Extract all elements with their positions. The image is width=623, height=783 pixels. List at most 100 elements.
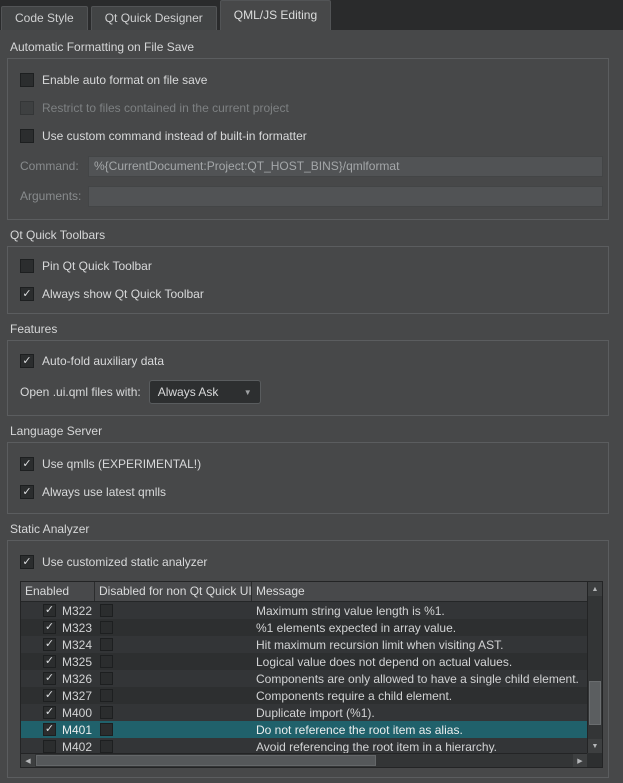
row-enabled-checkbox[interactable]: ✓ <box>43 689 56 702</box>
check-code: M324 <box>62 638 92 652</box>
scroll-left-icon[interactable]: ◀ <box>21 754 35 767</box>
check-message: Do not reference the root item as alias. <box>252 723 587 737</box>
command-input <box>88 156 603 177</box>
arguments-label: Arguments: <box>20 189 88 203</box>
row-disabled-non-qtquick-checkbox[interactable] <box>100 689 113 702</box>
row-use-custom-command: Use custom command instead of built-in f… <box>20 127 603 145</box>
analyzer-table-body: ✓M322Maximum string value length is %1.✓… <box>21 602 587 753</box>
row-disabled-non-qtquick-checkbox[interactable] <box>100 655 113 668</box>
row-auto-fold: ✓ Auto-fold auxiliary data <box>20 352 603 370</box>
row-disabled-non-qtquick-checkbox[interactable] <box>100 723 113 736</box>
use-qmlls-label: Use qmlls (EXPERIMENTAL!) <box>42 457 201 471</box>
row-use-qmlls: ✓ Use qmlls (EXPERIMENTAL!) <box>20 455 603 473</box>
column-header-enabled: Enabled <box>21 582 95 601</box>
table-row[interactable]: ✓ M322 Maximum string value length is %1. <box>21 602 587 619</box>
table-row[interactable]: M402 Avoid referencing the root item in a… <box>21 738 587 753</box>
table-row[interactable]: ✓ M323 %1 elements expected in array value… <box>21 619 587 636</box>
open-uiqml-label: Open .ui.qml files with: <box>20 385 141 399</box>
check-code: M325 <box>62 655 92 669</box>
check-message: Duplicate import (%1). <box>252 706 587 720</box>
table-row[interactable]: ✓ M325 Logical value does not depend on ac… <box>21 653 587 670</box>
row-open-uiqml: Open .ui.qml files with: Always Ask ▼ <box>20 380 603 404</box>
column-header-disabled-non-qtquick: Disabled for non Qt Quick UI <box>95 582 252 601</box>
row-disabled-non-qtquick-checkbox[interactable] <box>100 740 113 753</box>
enable-auto-format-label: Enable auto format on file save <box>42 73 207 87</box>
scrollbar-corner <box>587 753 602 767</box>
restrict-files-checkbox <box>20 101 34 115</box>
row-enabled-checkbox[interactable]: ✓ <box>43 604 56 617</box>
tab-qt-quick-designer[interactable]: Qt Quick Designer <box>91 6 217 30</box>
scroll-down-icon[interactable]: ▼ <box>588 739 602 753</box>
table-row[interactable]: ✓ M400 Duplicate import (%1). <box>21 704 587 721</box>
check-message: Avoid referencing the root item in a hie… <box>252 740 587 754</box>
check-message: %1 elements expected in array value. <box>252 621 587 635</box>
row-restrict-files: Restrict to files contained in the curre… <box>20 99 603 117</box>
group-title-toolbars: Qt Quick Toolbars <box>10 228 609 242</box>
use-custom-command-checkbox[interactable] <box>20 129 34 143</box>
open-uiqml-selected-value: Always Ask <box>158 385 219 399</box>
latest-qmlls-checkbox[interactable]: ✓ <box>20 485 34 499</box>
row-enabled-checkbox[interactable]: ✓ <box>43 672 56 685</box>
group-title-static-analyzer: Static Analyzer <box>10 522 609 536</box>
group-toolbars: Pin Qt Quick Toolbar ✓ Always show Qt Qu… <box>7 246 609 314</box>
row-latest-qmlls: ✓ Always use latest qmlls <box>20 483 603 501</box>
check-code: M400 <box>62 706 92 720</box>
scroll-up-icon[interactable]: ▲ <box>588 582 602 596</box>
table-row[interactable]: ✓M401Do not reference the root item as a… <box>21 721 587 738</box>
check-message: Hit maximum recursion limit when visitin… <box>252 638 587 652</box>
row-use-custom-analyzer: ✓ Use customized static analyzer <box>20 553 603 571</box>
pin-toolbar-label: Pin Qt Quick Toolbar <box>42 259 152 273</box>
row-enabled-checkbox[interactable]: ✓ <box>43 655 56 668</box>
horizontal-scrollbar-thumb[interactable] <box>36 755 376 766</box>
check-code: M323 <box>62 621 92 635</box>
check-code: M322 <box>62 604 92 618</box>
column-header-message: Message <box>252 582 587 601</box>
row-enabled-checkbox[interactable]: ✓ <box>43 723 56 736</box>
row-disabled-non-qtquick-checkbox[interactable] <box>100 604 113 617</box>
table-row[interactable]: ✓M326Components are only allowed to have… <box>21 670 587 687</box>
settings-pane: Automatic Formatting on File Save Enable… <box>0 30 623 783</box>
tab-bar: Code StyleQt Quick DesignerQML/JS Editin… <box>0 0 623 30</box>
open-uiqml-combobox[interactable]: Always Ask ▼ <box>149 380 261 404</box>
tab-qml-js-editing[interactable]: QML/JS Editing <box>220 0 331 30</box>
vertical-scrollbar[interactable]: ▲ ▼ <box>587 582 602 753</box>
auto-fold-label: Auto-fold auxiliary data <box>42 354 164 368</box>
restrict-files-label: Restrict to files contained in the curre… <box>42 101 289 115</box>
arguments-input <box>88 186 603 207</box>
enable-auto-format-checkbox[interactable] <box>20 73 34 87</box>
row-disabled-non-qtquick-checkbox[interactable] <box>100 638 113 651</box>
group-title-features: Features <box>10 322 609 336</box>
use-custom-analyzer-checkbox[interactable]: ✓ <box>20 555 34 569</box>
row-enabled-checkbox[interactable]: ✓ <box>43 638 56 651</box>
check-message: Logical value does not depend on actual … <box>252 655 587 669</box>
scroll-right-icon[interactable]: ▶ <box>573 754 587 767</box>
analyzer-table-header: Enabled Disabled for non Qt Quick UI Mes… <box>21 582 587 602</box>
check-message: Maximum string value length is %1. <box>252 604 587 618</box>
always-show-toolbar-checkbox[interactable]: ✓ <box>20 287 34 301</box>
row-enable-auto-format: Enable auto format on file save <box>20 71 603 89</box>
row-disabled-non-qtquick-checkbox[interactable] <box>100 621 113 634</box>
group-title-language-server: Language Server <box>10 424 609 438</box>
row-arguments: Arguments: <box>20 185 603 207</box>
always-show-toolbar-label: Always show Qt Quick Toolbar <box>42 287 204 301</box>
vertical-scrollbar-thumb[interactable] <box>589 681 601 725</box>
auto-fold-checkbox[interactable]: ✓ <box>20 354 34 368</box>
table-row[interactable]: ✓ M324 Hit maximum recursion limit when vi… <box>21 636 587 653</box>
tab-code-style[interactable]: Code Style <box>1 6 88 30</box>
group-language-server: ✓ Use qmlls (EXPERIMENTAL!) ✓ Always use… <box>7 442 609 514</box>
check-message: Components are only allowed to have a si… <box>252 672 587 686</box>
use-qmlls-checkbox[interactable]: ✓ <box>20 457 34 471</box>
pin-toolbar-checkbox[interactable] <box>20 259 34 273</box>
analyzer-table: Enabled Disabled for non Qt Quick UI Mes… <box>20 581 603 768</box>
horizontal-scrollbar[interactable]: ◀ ▶ <box>21 753 587 767</box>
check-code: M327 <box>62 689 92 703</box>
row-disabled-non-qtquick-checkbox[interactable] <box>100 706 113 719</box>
row-enabled-checkbox[interactable]: ✓ <box>43 621 56 634</box>
row-disabled-non-qtquick-checkbox[interactable] <box>100 672 113 685</box>
table-row[interactable]: ✓M327Components require a child element. <box>21 687 587 704</box>
row-enabled-checkbox[interactable]: ✓ <box>43 706 56 719</box>
group-features: ✓ Auto-fold auxiliary data Open .ui.qml … <box>7 340 609 416</box>
check-code: M402 <box>62 740 92 754</box>
group-title-auto-format: Automatic Formatting on File Save <box>10 40 609 54</box>
row-enabled-checkbox[interactable] <box>43 740 56 753</box>
